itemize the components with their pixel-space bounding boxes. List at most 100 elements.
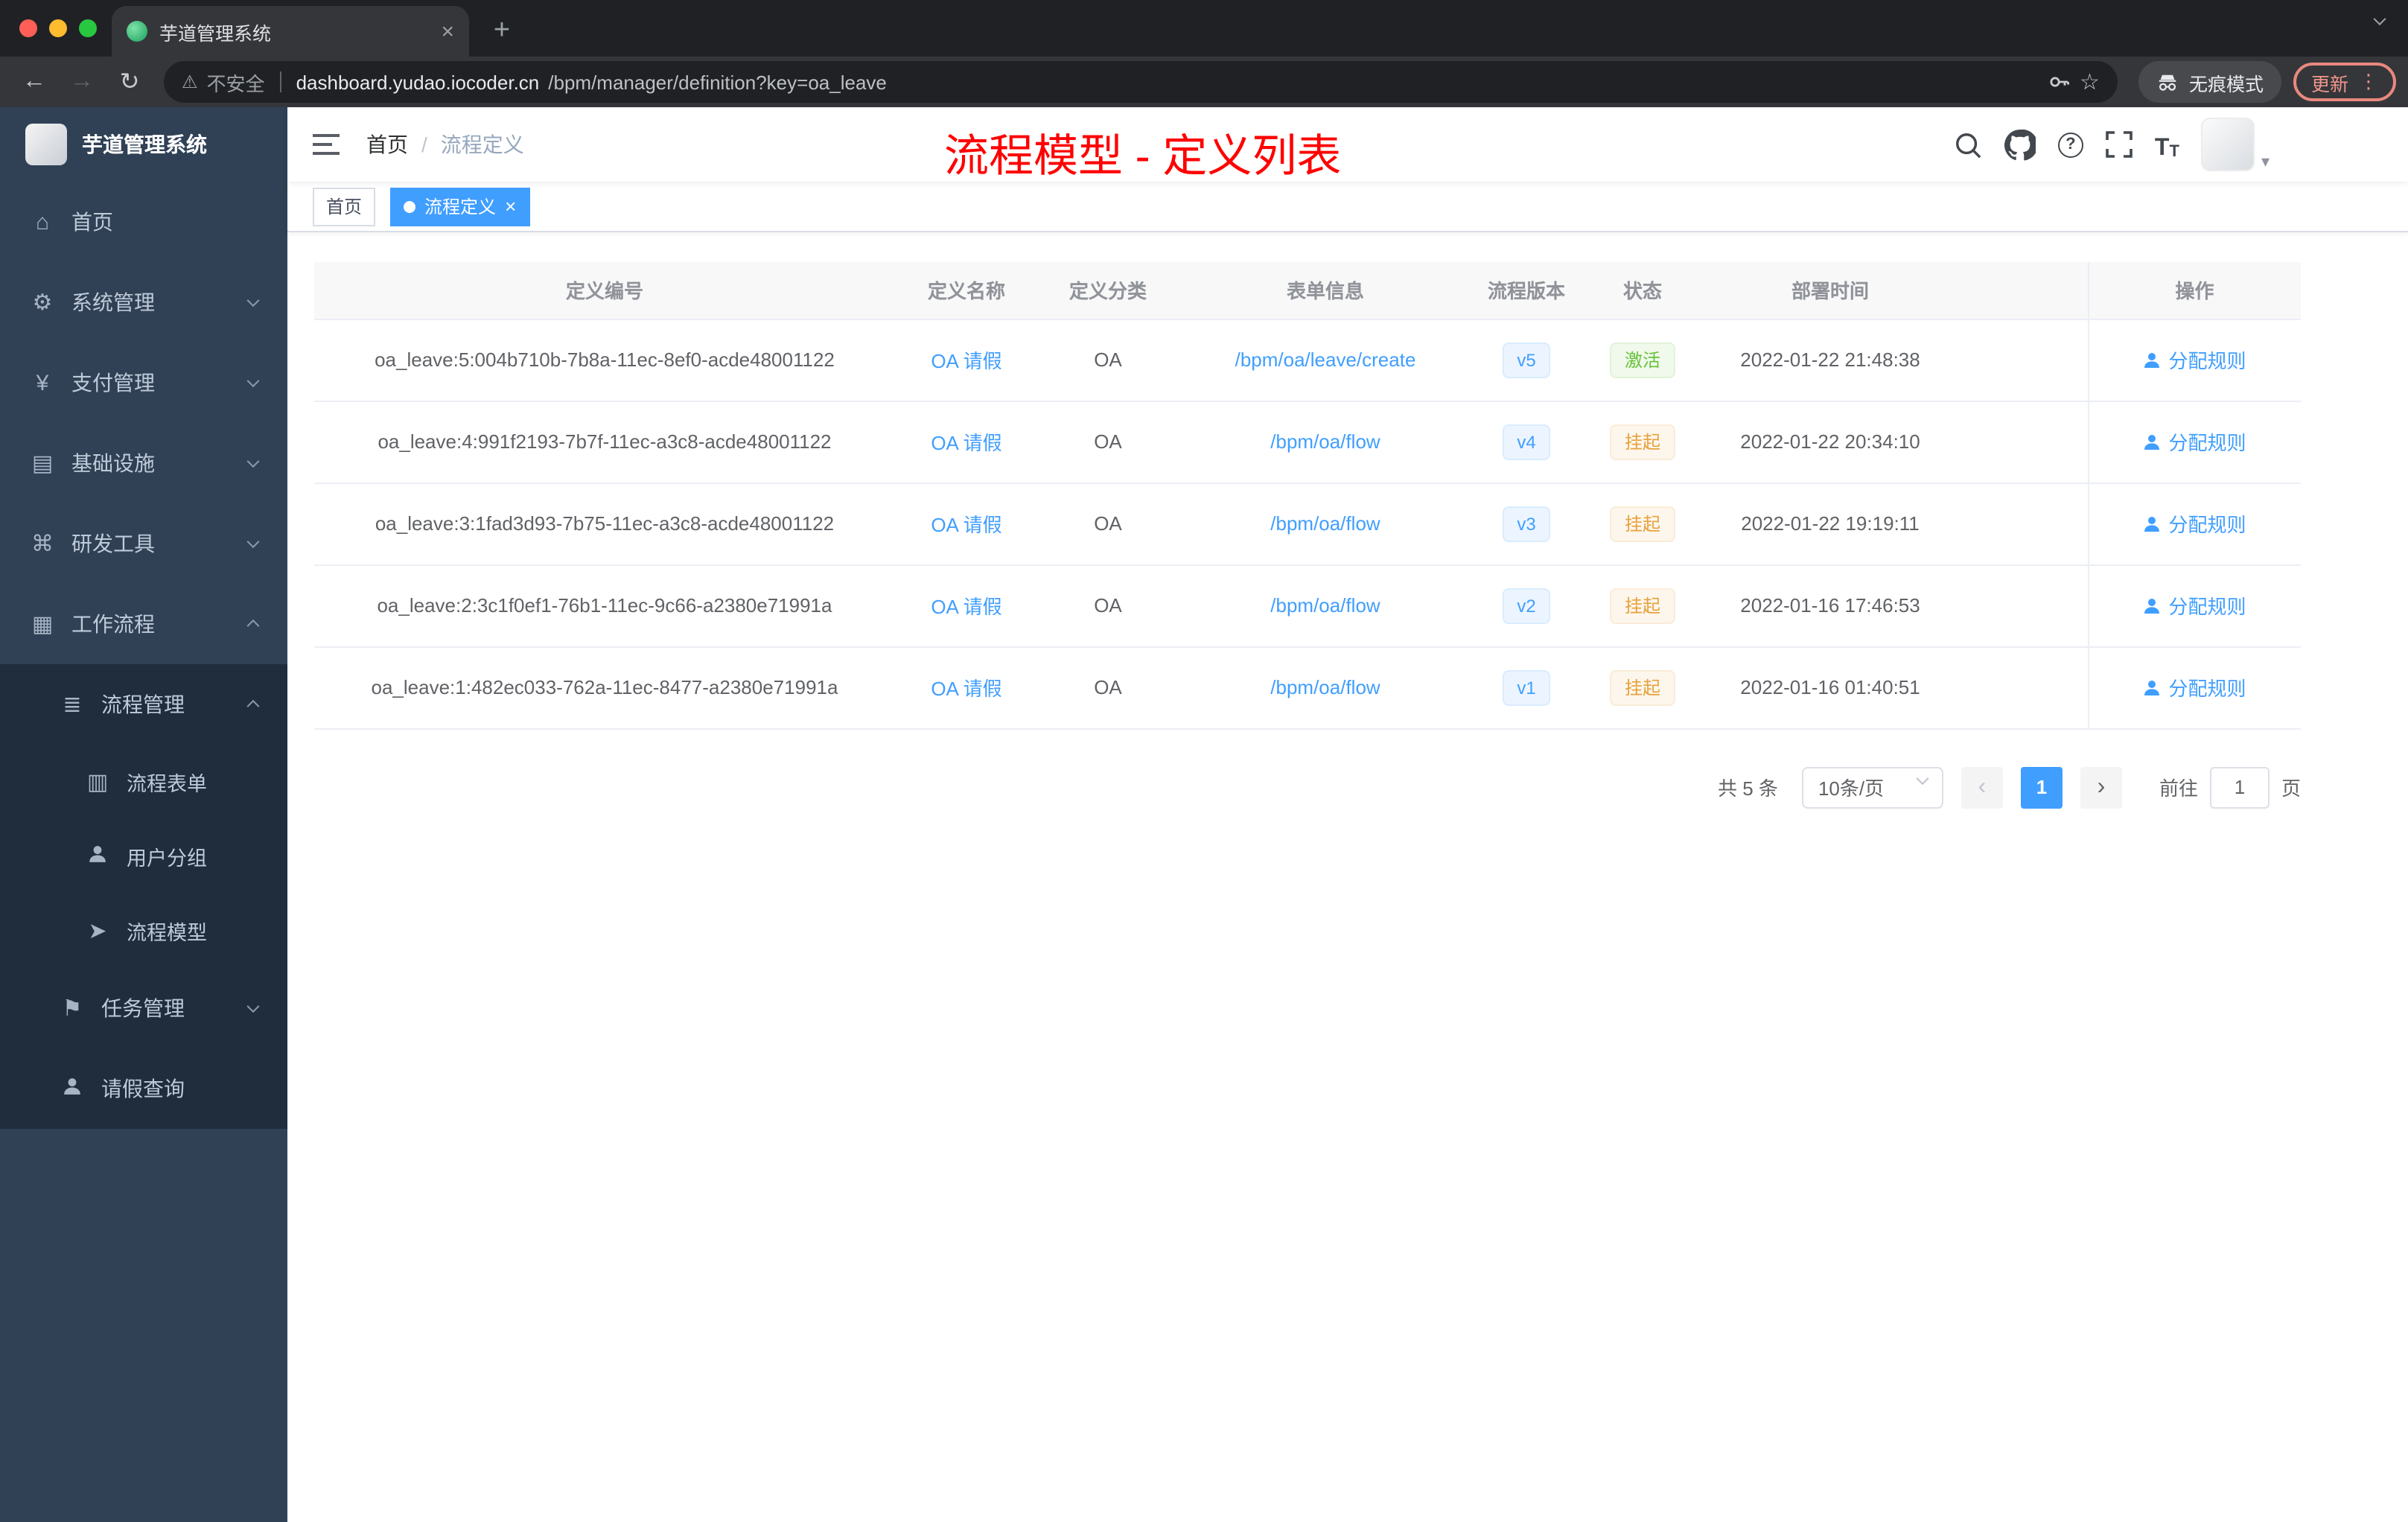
header-form-info: 表单信息 [1178,262,1473,319]
tab-home[interactable]: 首页 [313,187,376,226]
header-version: 流程版本 [1473,262,1580,319]
header-deploy-time: 部署时间 [1705,262,1955,319]
cell-form-info[interactable]: /bpm/oa/flow [1178,564,1473,647]
cell-definition-name[interactable]: OA 请假 [895,483,1038,565]
assign-rule-link[interactable]: 分配规则 [2143,509,2246,538]
bookmark-star-icon[interactable]: ☆ [2080,69,2100,95]
assign-rule-link[interactable]: 分配规则 [2143,591,2246,620]
pagination: 共 5 条 10条/页 ‹ 1 › 前往 页 [314,766,2301,808]
page-number-button[interactable]: 1 [2020,766,2063,808]
tab-search-icon[interactable] [2373,10,2386,37]
version-badge: v5 [1502,342,1551,378]
cell-category: OA [1038,401,1178,483]
sidebar-item-process-form[interactable]: ▥ 流程表单 [0,745,287,819]
status-badge: 挂起 [1609,588,1675,623]
sidebar-item-label: 任务管理 [101,996,185,1020]
app-logo: 芋道管理系统 [0,107,287,182]
cell-definition-name[interactable]: OA 请假 [895,646,1038,729]
sidebar-item-process-management[interactable]: ≣ 流程管理 [0,664,287,745]
reload-button[interactable]: ↻ [107,61,152,103]
incognito-label: 无痕模式 [2188,74,2264,95]
back-button[interactable]: ← [12,61,57,103]
breadcrumb-home[interactable]: 首页 [366,130,408,159]
table-row: oa_leave:2:3c1f0ef1-76b1-11ec-9c66-a2380… [314,564,2301,647]
cell-definition-name[interactable]: OA 请假 [895,401,1038,483]
cell-actions[interactable]: 分配规则 [2087,483,2301,565]
cell-actions[interactable]: 分配规则 [2087,646,2301,729]
cell-filler [1955,646,2088,729]
search-icon[interactable] [1954,128,1982,161]
github-icon[interactable] [2004,128,2036,161]
next-page-button[interactable]: › [2080,766,2122,808]
sidebar-item-payment[interactable]: ¥ 支付管理 [0,343,287,423]
help-icon[interactable]: ? [2057,128,2083,161]
tools-icon: ⌘ [31,532,54,557]
cell-form-info[interactable]: /bpm/oa/flow [1178,646,1473,729]
browser-tab[interactable]: 芋道管理系统 × [112,6,469,57]
page-size-select[interactable]: 10条/页 [1801,766,1943,808]
top-navbar: 首页 / 流程定义 流程模型 - 定义列表 ? T T ▾ [287,107,2408,182]
sidebar-menu: ⌂ 首页 ⚙ 系统管理 ¥ 支付管理 ▤ 基础设施 ⌘ 研发工具 ▦ 工作流程 … [0,182,287,1129]
cell-deploy-time: 2022-01-22 21:48:38 [1705,319,1955,401]
page-size-value: 10条/页 [1818,777,1885,800]
cell-filler [1955,483,2088,565]
window-zoom-button[interactable] [79,19,97,37]
navbar-actions: ? TT ▾ [1954,118,2384,171]
cell-form-info[interactable]: /bpm/oa/leave/create [1178,319,1473,401]
sidebar-item-dev-tools[interactable]: ⌘ 研发工具 [0,503,287,584]
status-badge: 挂起 [1609,669,1675,705]
browser-update-button[interactable]: 更新 ⋮ [2293,63,2396,101]
sidebar-item-infrastructure[interactable]: ▤ 基础设施 [0,423,287,503]
cell-definition-id: oa_leave:1:482ec033-762a-11ec-8477-a2380… [314,646,895,729]
header-definition-id: 定义编号 [314,262,895,319]
goto-page-input[interactable] [2209,766,2270,808]
security-label[interactable]: 不安全 [207,68,265,96]
cell-form-info[interactable]: /bpm/oa/flow [1178,401,1473,483]
sidebar-item-task-management[interactable]: ⚑ 任务管理 [0,968,287,1048]
active-dot-icon [404,200,416,212]
user-avatar-menu[interactable]: ▾ [2201,118,2270,171]
sidebar-item-leave-query[interactable]: 请假查询 [0,1048,287,1129]
fullscreen-icon[interactable] [2106,128,2133,161]
sidebar-item-label: 流程模型 [127,922,207,944]
tab-close-icon[interactable]: × [441,20,454,42]
cell-definition-name[interactable]: OA 请假 [895,319,1038,401]
window-close-button[interactable] [19,19,37,37]
window-controls [19,19,97,37]
screen: 芋道管理系统 × + ← → ↻ ⚠ 不安全 dashboard.yudao.i… [0,0,2408,1522]
new-tab-button[interactable]: + [481,10,523,52]
cell-actions[interactable]: 分配规则 [2087,319,2301,401]
avatar [2201,118,2255,171]
tag-close-icon[interactable]: × [505,197,516,216]
sidebar-item-workflow[interactable]: ▦ 工作流程 [0,584,287,664]
cell-actions[interactable]: 分配规则 [2087,564,2301,647]
sidebar-item-system[interactable]: ⚙ 系统管理 [0,262,287,343]
user-icon [60,1076,85,1101]
assign-rule-link[interactable]: 分配规则 [2143,673,2246,701]
prev-page-button[interactable]: ‹ [1961,766,2003,808]
tab-process-definition[interactable]: 流程定义 × [390,187,530,226]
window-minimize-button[interactable] [49,19,67,37]
main-area: 首页 / 流程定义 流程模型 - 定义列表 ? T T ▾ 首页 流程定义 × … [287,107,2408,1522]
font-size-icon[interactable]: TT [2155,128,2179,161]
sidebar-item-user-group[interactable]: 用户分组 [0,819,287,894]
browser-tab-strip: 芋道管理系统 × + [0,0,2408,57]
sidebar-item-process-model[interactable]: ➤ 流程模型 [0,894,287,968]
cell-definition-name[interactable]: OA 请假 [895,564,1038,647]
password-key-icon[interactable] [2047,70,2071,94]
incognito-badge: 无痕模式 [2138,61,2281,103]
gear-icon: ⚙ [32,290,53,316]
cell-form-info[interactable]: /bpm/oa/flow [1178,483,1473,565]
chevron-down-icon [246,455,260,468]
assign-rule-link[interactable]: 分配规则 [2143,427,2246,456]
header-definition-name: 定义名称 [895,262,1038,319]
browser-menu-icon[interactable]: ⋮ [2359,70,2378,94]
user-icon [2144,680,2160,695]
chevron-down-icon [246,535,260,549]
assign-rule-link[interactable]: 分配规则 [2143,346,2246,374]
hamburger-icon[interactable] [311,131,341,158]
sidebar-item-home[interactable]: ⌂ 首页 [0,182,287,262]
cell-actions[interactable]: 分配规则 [2087,401,2301,483]
forward-button[interactable]: → [60,61,104,103]
address-bar[interactable]: ⚠ 不安全 dashboard.yudao.iocoder.cn /bpm/ma… [164,61,2118,103]
